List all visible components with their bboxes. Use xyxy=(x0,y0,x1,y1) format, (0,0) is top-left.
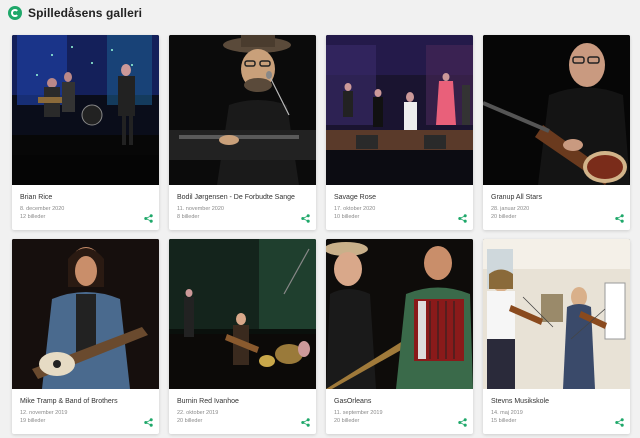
gallery-name[interactable]: Mike Tramp & Band of Brothers xyxy=(20,397,151,406)
gallery-image-count: 12 billeder xyxy=(20,214,46,220)
gallery-name[interactable]: Burnin Red Ivanhoe xyxy=(177,397,308,406)
gallery-card[interactable]: Stevns Musikskole 14. maj 2019 15 billed… xyxy=(483,239,630,434)
gallery-date: 14. maj 2019 xyxy=(491,410,523,416)
gallery-date: 17. oktober 2020 xyxy=(334,206,376,212)
share-icon[interactable] xyxy=(144,214,153,223)
gallery-date: 28. januar 2020 xyxy=(491,206,530,212)
gallery-date: 11. september 2019 xyxy=(334,410,383,416)
gallery-grid: Brian Rice 8. december 2020 12 billeder xyxy=(12,35,634,434)
share-icon[interactable] xyxy=(144,418,153,427)
page-title: Spilledåsens galleri xyxy=(28,6,143,20)
page-header: Spilledåsens galleri xyxy=(0,0,640,26)
gallery-image-count: 20 billeder xyxy=(177,418,203,424)
gallery-name[interactable]: Stevns Musikskole xyxy=(491,397,622,406)
gallery-card[interactable]: Bodil Jørgensen - De Forbudte Sange 11. … xyxy=(169,35,316,230)
share-icon[interactable] xyxy=(301,214,310,223)
guitarist-closeup-image xyxy=(483,35,630,185)
violin-players-image xyxy=(483,239,630,389)
gallery-card[interactable]: Burnin Red Ivanhoe 22. oktober 2019 20 b… xyxy=(169,239,316,434)
gallery-thumbnail[interactable] xyxy=(169,35,316,185)
gallery-thumbnail[interactable] xyxy=(483,239,630,389)
accordion-and-guitar-image xyxy=(326,239,473,389)
share-icon[interactable] xyxy=(615,418,624,427)
share-icon[interactable] xyxy=(458,214,467,223)
band-performing-image xyxy=(169,239,316,389)
gallery-thumbnail[interactable] xyxy=(169,239,316,389)
band-on-stage-wide-image xyxy=(326,35,473,185)
gallery-name[interactable]: Bodil Jørgensen - De Forbudte Sange xyxy=(177,193,308,202)
gallery-image-count: 8 billeder xyxy=(177,214,200,220)
gallery-date: 11. november 2020 xyxy=(177,206,224,212)
gallery-image-count: 20 billeder xyxy=(491,214,517,220)
gallery-thumbnail[interactable] xyxy=(12,35,159,185)
gallery-date: 22. oktober 2019 xyxy=(177,410,219,416)
pianist-with-hat-image xyxy=(169,35,316,185)
gallery-thumbnail[interactable] xyxy=(12,239,159,389)
gallery-date: 8. december 2020 xyxy=(20,206,65,212)
gallery-card[interactable]: Granup All Stars 28. januar 2020 20 bill… xyxy=(483,35,630,230)
gallery-image-count: 19 billeder xyxy=(20,418,46,424)
share-icon[interactable] xyxy=(615,214,624,223)
share-icon[interactable] xyxy=(458,418,467,427)
band-on-stage-image xyxy=(12,35,159,185)
gallery-name[interactable]: Brian Rice xyxy=(20,193,151,202)
gallery-card[interactable]: Savage Rose 17. oktober 2020 10 billeder xyxy=(326,35,473,230)
gallery-card[interactable]: GasOrleans 11. september 2019 20 billede… xyxy=(326,239,473,434)
gallery-thumbnail[interactable] xyxy=(326,239,473,389)
gallery-date: 12. november 2019 xyxy=(20,410,68,416)
gallery-name[interactable]: GasOrleans xyxy=(334,397,465,406)
share-icon[interactable] xyxy=(301,418,310,427)
singer-with-guitar-image xyxy=(12,239,159,389)
gallery-card[interactable]: Brian Rice 8. december 2020 12 billeder xyxy=(12,35,159,230)
gallery-thumbnail[interactable] xyxy=(326,35,473,185)
gallery-name[interactable]: Savage Rose xyxy=(334,193,465,202)
gallery-image-count: 10 billeder xyxy=(334,214,360,220)
gallery-image-count: 20 billeder xyxy=(334,418,360,424)
gallery-card[interactable]: Mike Tramp & Band of Brothers 12. novemb… xyxy=(12,239,159,434)
music-note-icon[interactable] xyxy=(8,6,22,20)
gallery-image-count: 15 billeder xyxy=(491,418,517,424)
gallery-thumbnail[interactable] xyxy=(483,35,630,185)
gallery-name[interactable]: Granup All Stars xyxy=(491,193,622,202)
